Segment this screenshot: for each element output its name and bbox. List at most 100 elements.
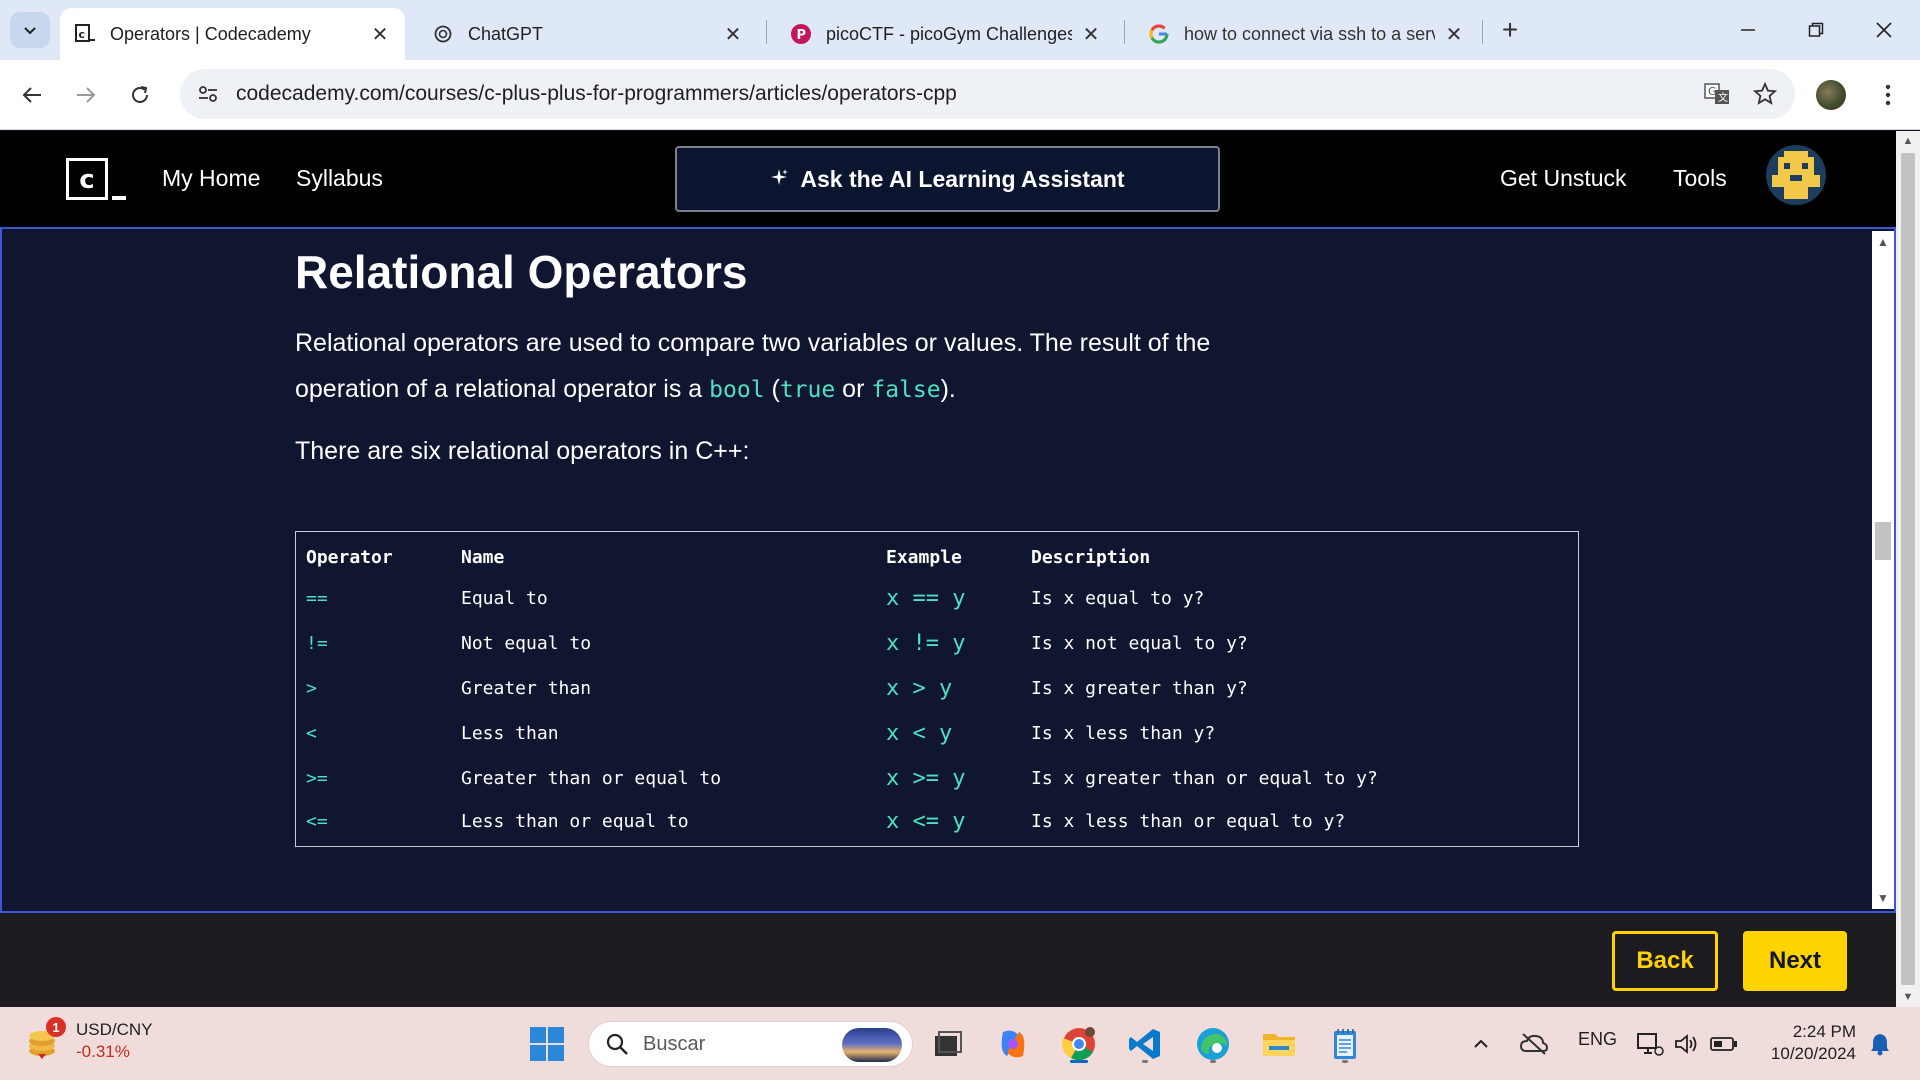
system-clock[interactable]: 2:24 PM 10/20/2024 [1760,1021,1856,1065]
name-cell: Less than [461,723,559,744]
translate-icon[interactable]: G文 [1699,76,1735,112]
currency-pair: USD/CNY [76,1020,153,1039]
folder-icon [1263,1034,1295,1056]
vscode-taskbar-button[interactable] [1122,1021,1168,1067]
forward-nav-button[interactable] [68,77,104,113]
tab-google-search[interactable]: how to connect via ssh to a serv ✕ [1134,8,1479,60]
ai-button-label: Ask the AI Learning Assistant [800,165,1125,192]
bell-icon [1871,1034,1889,1056]
scroll-up-arrow-icon[interactable]: ▲ [1902,135,1914,147]
new-tab-button[interactable]: + [1494,14,1526,46]
picoctf-favicon: P [790,23,812,45]
address-bar[interactable]: codecademy.com/courses/c-plus-plus-for-p… [180,69,1795,119]
tab-title: Operators | Codecademy [110,23,311,44]
browser-menu-button[interactable] [1870,77,1906,113]
nav-my-home[interactable]: My Home [162,165,260,192]
intro-paragraph: Relational operators are used to compare… [295,320,1255,413]
user-avatar[interactable] [1766,145,1826,205]
svg-text:文: 文 [1718,91,1728,104]
nav-tools[interactable]: Tools [1673,165,1727,192]
code-true: true [779,377,836,404]
reload-button[interactable] [122,77,158,113]
nav-syllabus[interactable]: Syllabus [296,165,383,192]
codecademy-logo[interactable]: c [66,158,126,206]
close-icon[interactable]: ✕ [1443,23,1465,46]
currency-change: -0.31% [76,1042,130,1061]
minimize-button[interactable] [1730,12,1766,48]
edge-taskbar-button[interactable] [1190,1021,1236,1067]
close-icon[interactable]: ✕ [722,23,744,46]
tab-search-button[interactable] [10,12,50,48]
description-cell: Is x less than y? [1031,723,1216,744]
show-hidden-icons-button[interactable] [1466,1021,1496,1067]
input-language[interactable]: ENG [1578,1029,1617,1050]
example-cell: x == y [886,586,966,611]
operator-cell: != [306,633,328,654]
close-window-button[interactable] [1866,12,1902,48]
example-cell: x > y [886,676,953,701]
close-icon[interactable]: ✕ [369,23,391,46]
back-button[interactable]: Back [1612,931,1718,991]
notepad-taskbar-button[interactable] [1322,1021,1368,1067]
description-cell: Is x not equal to y? [1031,633,1248,654]
notifications-button[interactable] [1862,1021,1898,1067]
network-tray-button[interactable] [1630,1021,1670,1067]
tab-codecademy[interactable]: c Operators | Codecademy ✕ [60,8,405,60]
url-text[interactable]: codecademy.com/courses/c-plus-plus-for-p… [236,82,1699,106]
column-header: Example [886,546,962,568]
lesson-footer: Back Next [0,913,1896,1007]
profile-avatar[interactable] [1816,80,1846,110]
notepad-icon [1334,1029,1356,1059]
coins-icon: 1 [24,1017,66,1061]
example-cell: x < y [886,721,953,746]
svg-text:P: P [797,28,807,43]
task-view-icon [935,1031,962,1056]
scroll-up-arrow-icon[interactable]: ▲ [1877,236,1889,248]
description-cell: Is x greater than or equal to y? [1031,768,1378,789]
battery-tray-button[interactable] [1704,1021,1744,1067]
volume-tray-button[interactable] [1666,1021,1706,1067]
network-icon [1637,1033,1664,1056]
scroll-down-arrow-icon[interactable]: ▼ [1902,991,1914,1003]
volume-icon [1675,1034,1697,1054]
site-info-icon[interactable] [188,74,228,114]
copilot-icon [1001,1030,1025,1058]
scroll-down-arrow-icon[interactable]: ▼ [1877,892,1889,904]
close-icon [1876,22,1892,38]
start-button[interactable] [524,1021,570,1067]
file-explorer-button[interactable] [1256,1021,1302,1067]
restore-button[interactable] [1798,12,1834,48]
article-scrollbar[interactable]: ▲ ▼ [1872,231,1894,909]
tab-picoctf[interactable]: P picoCTF - picoGym Challenges ✕ [776,8,1116,60]
chatgpt-favicon [432,23,454,45]
tab-separator [1124,20,1125,44]
page-scrollbar[interactable]: ▲ ▼ [1896,131,1920,1007]
close-icon[interactable]: ✕ [1080,23,1102,46]
currency-widget[interactable]: 1 USD/CNY -0.31% [24,1017,153,1063]
taskbar-search[interactable]: Buscar [588,1021,913,1067]
nav-get-unstuck[interactable]: Get Unstuck [1500,165,1627,192]
operator-cell: <= [306,811,328,832]
codecademy-header: c My Home Syllabus Ask the AI Learning A… [0,131,1896,227]
next-button[interactable]: Next [1743,931,1847,991]
example-cell: x >= y [886,766,966,791]
onedrive-tray-button[interactable] [1514,1021,1554,1067]
scrollbar-thumb[interactable] [1875,522,1891,560]
example-cell: x <= y [886,809,966,834]
task-view-button[interactable] [924,1021,970,1067]
search-highlight-image [842,1028,902,1062]
description-cell: Is x greater than y? [1031,678,1248,699]
chrome-taskbar-button[interactable] [1056,1021,1102,1067]
ai-learning-assistant-button[interactable]: Ask the AI Learning Assistant [675,146,1220,212]
svg-text:c: c [79,28,86,41]
bookmark-star-icon[interactable] [1747,76,1783,112]
paren-open: ( [764,375,780,404]
scrollbar-thumb[interactable] [1901,153,1915,985]
arrow-left-icon [22,87,41,103]
back-nav-button[interactable] [14,77,50,113]
more-vert-icon [1885,84,1891,106]
name-cell: Less than or equal to [461,811,689,832]
or-text: or [835,375,872,404]
copilot-button[interactable] [990,1021,1036,1067]
tab-chatgpt[interactable]: ChatGPT ✕ [418,8,758,60]
